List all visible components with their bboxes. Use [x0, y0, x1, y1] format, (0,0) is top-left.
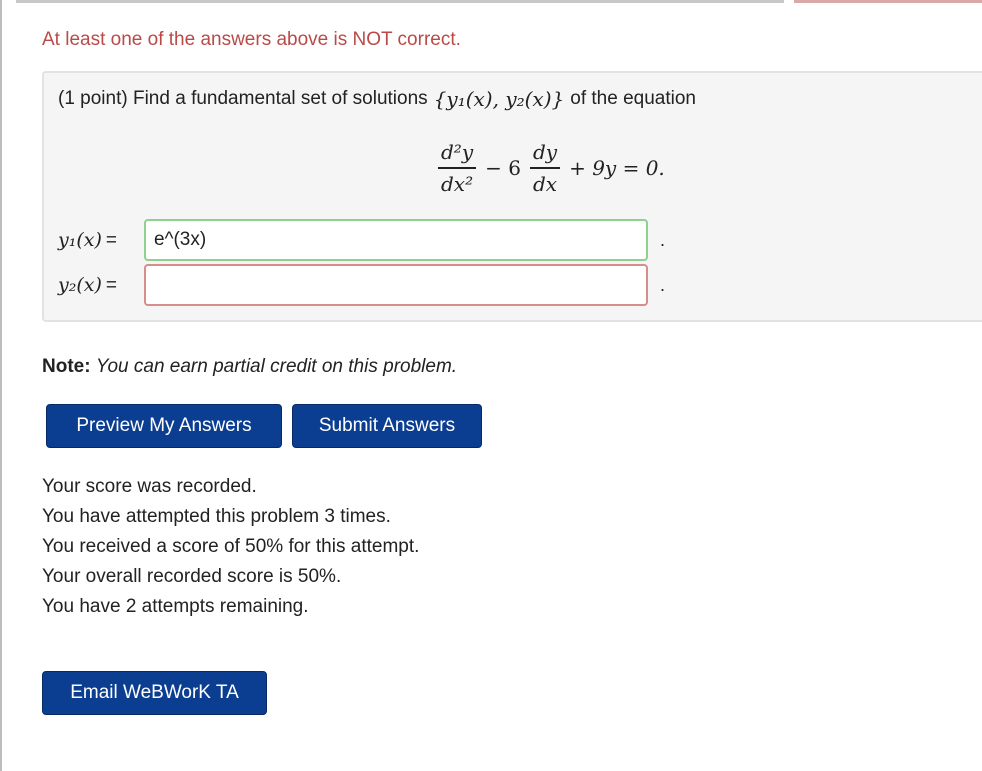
second-derivative-fraction: d²y dx² — [438, 139, 477, 197]
problem-points: (1 point) — [58, 88, 128, 109]
email-ta-button[interactable]: Email WeBWorK TA — [42, 671, 267, 715]
y1-label: y₁(x) — [58, 228, 102, 251]
score-recorded-text: Your score was recorded. — [42, 476, 257, 497]
frac1-denominator: dx² — [441, 171, 474, 196]
y2-label: y₂(x) — [58, 273, 102, 296]
incorrect-answer-warning: At least one of the answers above is NOT… — [42, 29, 461, 50]
note-text: You can earn partial credit on this prob… — [95, 356, 458, 377]
attempts-count-text: You have attempted this problem 3 times. — [42, 506, 391, 527]
frac1-bar — [438, 167, 477, 169]
left-border — [0, 0, 2, 771]
answer-row-y1: y₁(x)= . — [58, 219, 665, 261]
frac2-denominator: dx — [532, 171, 558, 196]
partial-credit-note: Note: You can earn partial credit on thi… — [42, 356, 457, 378]
problem-box: (1 point) Find a fundamental set of solu… — [42, 71, 982, 322]
answer-row-y2: y₂(x) = . — [58, 264, 665, 306]
webwork-problem-page: At least one of the answers above is NOT… — [0, 0, 982, 771]
preview-answers-button[interactable]: Preview My Answers — [46, 404, 282, 448]
problem-statement: (1 point) Find a fundamental set of solu… — [58, 87, 696, 111]
answer-input-y1[interactable] — [144, 219, 648, 261]
problem-prompt-start: Find a fundamental set of solutions — [132, 88, 428, 109]
minus-coefficient: − 6 — [485, 155, 521, 180]
first-derivative-fraction: dy dx — [529, 139, 561, 197]
y1-equals: = — [105, 229, 118, 251]
solution-set-math: {y₁(x), y₂(x)} — [433, 87, 565, 111]
top-divider-right — [794, 0, 982, 3]
answer-input-y2[interactable] — [144, 264, 648, 306]
problem-prompt-end: of the equation — [570, 88, 696, 109]
note-label: Note: — [42, 356, 91, 377]
answer-label-y2: y₂(x) = — [58, 274, 144, 297]
attempt-score-text: You received a score of 50% for this att… — [42, 536, 420, 557]
frac1-numerator: d²y — [441, 140, 474, 164]
attempts-remaining-text: You have 2 attempts remaining. — [42, 596, 309, 617]
submit-answers-button[interactable]: Submit Answers — [292, 404, 482, 448]
overall-score-text: Your overall recorded score is 50%. — [42, 566, 342, 587]
score-summary: Your score was recorded. You have attemp… — [42, 472, 419, 622]
y2-equals: = — [105, 274, 118, 296]
differential-equation: d²y dx² − 6 dy dx + 9y = 0. — [434, 139, 670, 197]
top-divider — [16, 0, 784, 3]
equation-remainder: + 9y = 0. — [569, 155, 665, 180]
answer-label-y1: y₁(x) = — [58, 229, 144, 252]
frac2-bar — [529, 167, 561, 169]
frac2-numerator: dy — [532, 140, 558, 164]
y1-trailing-dot: . — [660, 229, 666, 250]
y2-trailing-dot: . — [660, 274, 666, 295]
